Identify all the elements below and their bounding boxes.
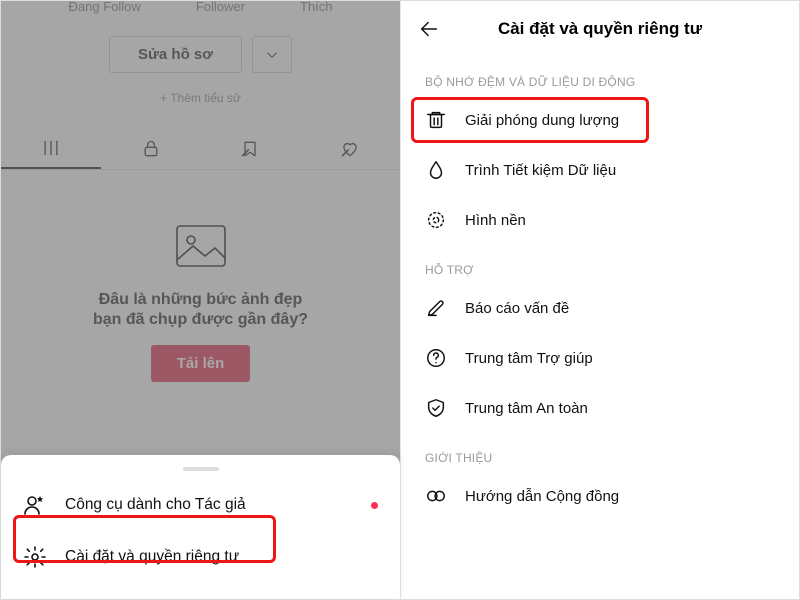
sheet-grabber[interactable] bbox=[183, 467, 219, 471]
user-star-icon bbox=[23, 493, 47, 517]
setting-help-center[interactable]: Trung tâm Trợ giúp bbox=[401, 333, 799, 383]
sheet-item-label: Cài đặt và quyền riêng tư bbox=[65, 548, 239, 566]
setting-label: Hình nền bbox=[465, 212, 526, 229]
setting-label: Trung tâm Trợ giúp bbox=[465, 350, 593, 367]
setting-label: Trung tâm An toàn bbox=[465, 400, 588, 417]
section-cache: BỘ NHỚ ĐỆM VÀ DỮ LIỆU DI ĐỘNG bbox=[401, 57, 799, 95]
notification-dot bbox=[371, 502, 378, 509]
setting-free-up-space[interactable]: Giải phóng dung lượng bbox=[401, 95, 799, 145]
setting-label: Hướng dẫn Cộng đồng bbox=[465, 488, 619, 505]
bottom-sheet: Công cụ dành cho Tác giả Cài đặt và quyề… bbox=[1, 455, 400, 599]
section-support: HỖ TRỢ bbox=[401, 245, 799, 283]
settings-header: Cài đặt và quyền riêng tư bbox=[401, 1, 799, 57]
section-about: GIỚI THIỆU bbox=[401, 433, 799, 471]
right-settings-screen: Cài đặt và quyền riêng tư BỘ NHỚ ĐỆM VÀ … bbox=[400, 1, 799, 599]
trash-icon bbox=[425, 109, 447, 131]
link-icon bbox=[425, 485, 447, 507]
sheet-item-creator-tools[interactable]: Công cụ dành cho Tác giả bbox=[1, 479, 400, 531]
sparkle-icon bbox=[425, 209, 447, 231]
question-circle-icon bbox=[425, 347, 447, 369]
setting-wallpaper[interactable]: Hình nền bbox=[401, 195, 799, 245]
setting-label: Báo cáo vấn đề bbox=[465, 300, 569, 317]
droplet-icon bbox=[425, 159, 447, 181]
gear-icon bbox=[23, 545, 47, 569]
sheet-item-label: Công cụ dành cho Tác giả bbox=[65, 496, 246, 514]
setting-community-guidelines[interactable]: Hướng dẫn Cộng đồng bbox=[401, 471, 799, 521]
pencil-icon bbox=[425, 297, 447, 319]
settings-title: Cài đặt và quyền riêng tư bbox=[415, 19, 785, 39]
left-profile-screen: Đang Follow Follower Thích Sửa hồ sơ + T… bbox=[1, 1, 400, 599]
setting-safety-center[interactable]: Trung tâm An toàn bbox=[401, 383, 799, 433]
sheet-item-settings[interactable]: Cài đặt và quyền riêng tư bbox=[1, 531, 400, 583]
shield-check-icon bbox=[425, 397, 447, 419]
setting-data-saver[interactable]: Trình Tiết kiệm Dữ liệu bbox=[401, 145, 799, 195]
setting-label: Trình Tiết kiệm Dữ liệu bbox=[465, 162, 616, 179]
setting-label: Giải phóng dung lượng bbox=[465, 112, 619, 129]
setting-report-problem[interactable]: Báo cáo vấn đề bbox=[401, 283, 799, 333]
